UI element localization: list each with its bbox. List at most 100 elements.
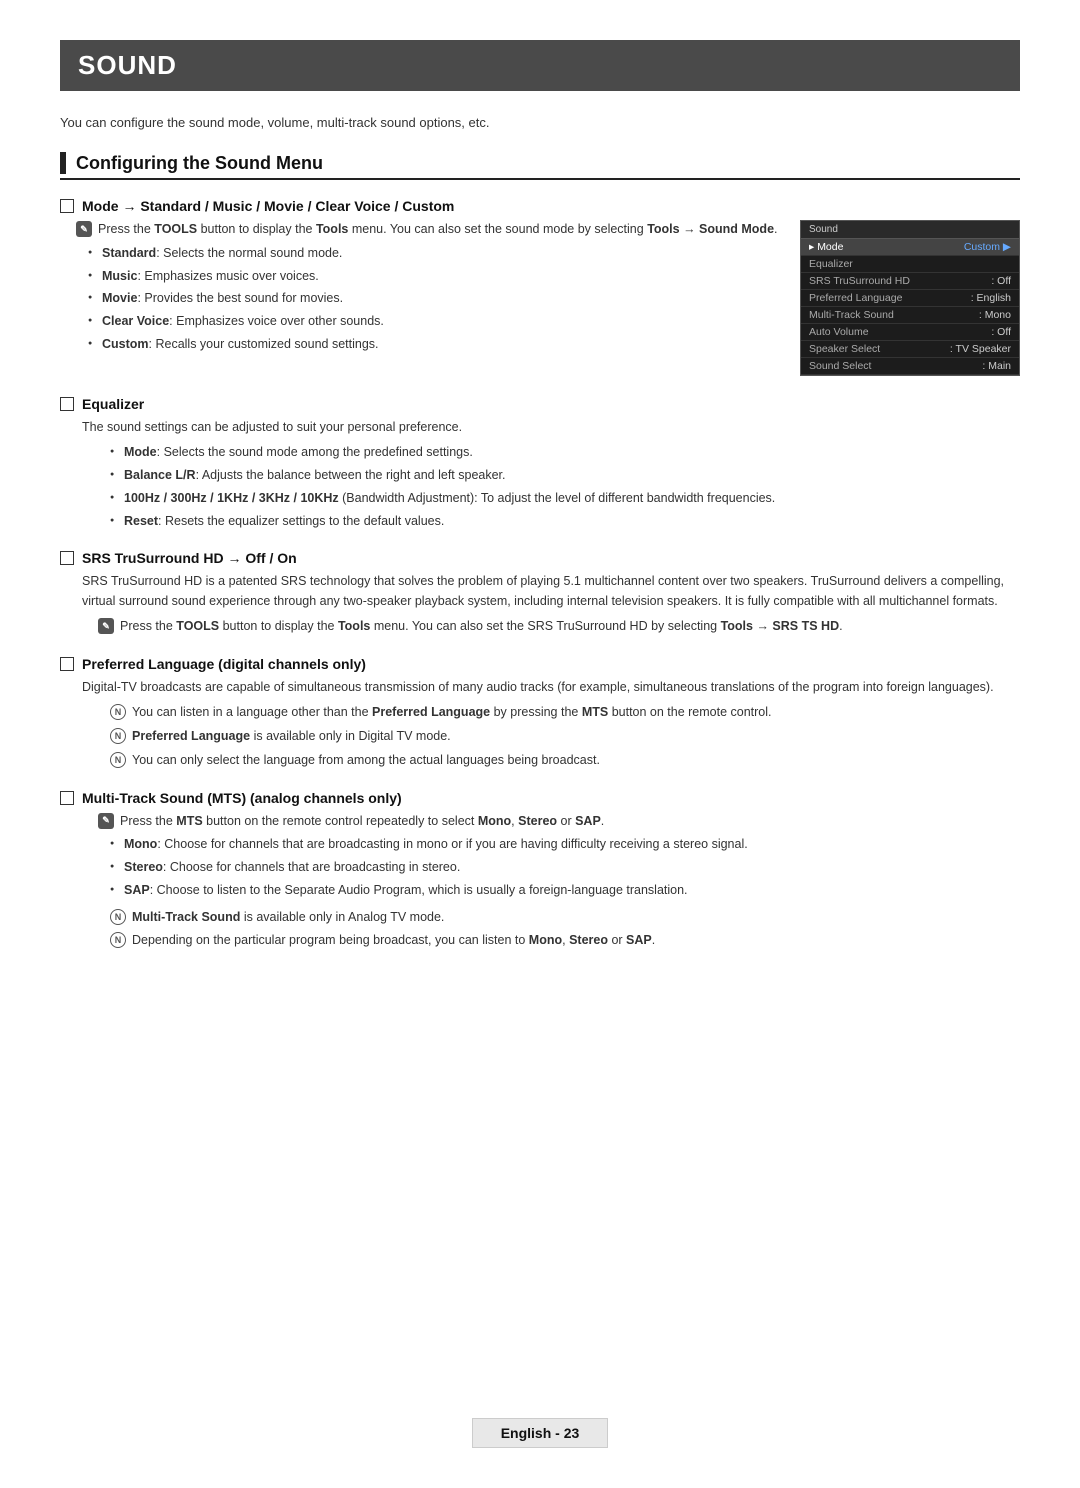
subsection-srs: SRS TruSurround HD → Off / On SRS TruSur… — [60, 550, 1020, 636]
footer-badge: English - 23 — [472, 1418, 609, 1448]
srs-body: SRS TruSurround HD is a patented SRS tec… — [60, 572, 1020, 636]
tv-menu-row-speaker: Speaker Select : TV Speaker — [801, 341, 1019, 358]
tv-row-speaker-value: : TV Speaker — [950, 343, 1011, 355]
section-title: Configuring the Sound Menu — [76, 153, 323, 174]
note-icon-mts1: N — [110, 909, 126, 925]
mts-body: ✎ Press the MTS button on the remote con… — [60, 812, 1020, 951]
mts-note1-text: Press the MTS button on the remote contr… — [120, 812, 604, 831]
tv-row-soundsel-label: Sound Select — [809, 360, 871, 372]
tv-menu-row-soundsel: Sound Select : Main — [801, 358, 1019, 375]
tv-row-speaker-label: Speaker Select — [809, 343, 880, 355]
mts-note3: N Depending on the particular program be… — [82, 931, 1020, 950]
srs-body-text: SRS TruSurround HD is a patented SRS tec… — [82, 572, 1020, 611]
tip-icon-srs: ✎ — [98, 618, 114, 634]
tv-row-eq-label: Equalizer — [809, 258, 853, 270]
tv-row-autovol-value: : Off — [991, 326, 1011, 338]
tv-menu-title-text: Sound — [809, 224, 838, 235]
mode-bullet-standard: Standard: Selects the normal sound mode. — [88, 244, 780, 263]
tv-row-mts-label: Multi-Track Sound — [809, 309, 894, 321]
mts-note2: N Multi-Track Sound is available only in… — [82, 908, 1020, 927]
mode-bullet-custom: Custom: Recalls your customized sound se… — [88, 335, 780, 354]
subsection-mts: Multi-Track Sound (MTS) (analog channels… — [60, 790, 1020, 951]
lang-note1: N You can listen in a language other tha… — [82, 703, 1020, 722]
subsection-mts-title: Multi-Track Sound (MTS) (analog channels… — [82, 790, 402, 806]
tip-icon-mts: ✎ — [98, 813, 114, 829]
tv-row-mode-value: Custom ▶ — [964, 241, 1011, 253]
eq-bullet-balance: Balance L/R: Adjusts the balance between… — [110, 466, 1020, 485]
mts-note3-text: Depending on the particular program bein… — [132, 931, 655, 950]
checkbox-icon-mts — [60, 791, 74, 805]
note-icon-lang3: N — [110, 752, 126, 768]
mode-bullet-music: Music: Emphasizes music over voices. — [88, 267, 780, 286]
mode-bullets: Standard: Selects the normal sound mode.… — [60, 244, 780, 354]
tv-menu-row-mode: ▸ Mode Custom ▶ — [801, 239, 1019, 256]
tv-row-srs-label: SRS TruSurround HD — [809, 275, 910, 287]
tv-menu-row-equalizer: Equalizer — [801, 256, 1019, 273]
lang-body: Digital-TV broadcasts are capable of sim… — [60, 678, 1020, 770]
tv-menu-row-autovol: Auto Volume : Off — [801, 324, 1019, 341]
tv-menu-screenshot: Sound ▸ Mode Custom ▶ Equalizer SRS TruS… — [800, 220, 1020, 376]
page-title-bar: SOUND — [60, 40, 1020, 91]
subsection-mode-header: Mode → Standard / Music / Movie / Clear … — [60, 198, 1020, 214]
tv-row-lang-value: : English — [971, 292, 1011, 304]
tv-menu-row-lang: Preferred Language : English — [801, 290, 1019, 307]
eq-bullet-mode: Mode: Selects the sound mode among the p… — [110, 443, 1020, 462]
tv-row-srs-value: : Off — [991, 275, 1011, 287]
tip-icon-mode: ✎ — [76, 221, 92, 237]
mode-bullet-movie: Movie: Provides the best sound for movie… — [88, 289, 780, 308]
tv-menu-row-srs: SRS TruSurround HD : Off — [801, 273, 1019, 290]
srs-note-text: Press the TOOLS button to display the To… — [120, 617, 843, 636]
subsection-eq-title: Equalizer — [82, 396, 144, 412]
section-heading-bar — [60, 152, 66, 174]
eq-body: The sound settings can be adjusted to su… — [60, 418, 1020, 530]
tv-menu-row-mts: Multi-Track Sound : Mono — [801, 307, 1019, 324]
lang-note3: N You can only select the language from … — [82, 751, 1020, 770]
mode-bullet-clearvoice: Clear Voice: Emphasizes voice over other… — [88, 312, 780, 331]
tv-row-lang-label: Preferred Language — [809, 292, 902, 304]
eq-body-text: The sound settings can be adjusted to su… — [82, 418, 1020, 437]
subsection-mode: Mode → Standard / Music / Movie / Clear … — [60, 198, 1020, 376]
mts-note1: ✎ Press the MTS button on the remote con… — [82, 812, 1020, 831]
mode-note1-text: Press the TOOLS button to display the To… — [98, 220, 778, 239]
subsection-mode-title: Mode → Standard / Music / Movie / Clear … — [82, 198, 454, 214]
subsection-srs-header: SRS TruSurround HD → Off / On — [60, 550, 1020, 566]
tv-row-mts-value: : Mono — [979, 309, 1011, 321]
tv-menu-title: Sound — [801, 221, 1019, 239]
page-footer: English - 23 — [0, 1418, 1080, 1448]
checkbox-icon-srs — [60, 551, 74, 565]
eq-bullets: Mode: Selects the sound mode among the p… — [82, 443, 1020, 530]
subsection-mts-header: Multi-Track Sound (MTS) (analog channels… — [60, 790, 1020, 806]
tv-row-autovol-label: Auto Volume — [809, 326, 869, 338]
tv-row-soundsel-value: : Main — [982, 360, 1011, 372]
subsection-language: Preferred Language (digital channels onl… — [60, 656, 1020, 770]
mts-bullet-mono: Mono: Choose for channels that are broad… — [110, 835, 1020, 854]
lang-note2-text: Preferred Language is available only in … — [132, 727, 451, 746]
srs-note1: ✎ Press the TOOLS button to display the … — [82, 617, 1020, 636]
note-icon-lang1: N — [110, 704, 126, 720]
eq-bullet-reset: Reset: Resets the equalizer settings to … — [110, 512, 1020, 531]
mts-bullet-stereo: Stereo: Choose for channels that are bro… — [110, 858, 1020, 877]
checkbox-icon-eq — [60, 397, 74, 411]
section-heading: Configuring the Sound Menu — [60, 152, 1020, 180]
mts-bullet-sap: SAP: Choose to listen to the Separate Au… — [110, 881, 1020, 900]
subsection-lang-header: Preferred Language (digital channels onl… — [60, 656, 1020, 672]
eq-bullet-bandwidth: 100Hz / 300Hz / 1KHz / 3KHz / 10KHz (Ban… — [110, 489, 1020, 508]
page-title: SOUND — [78, 50, 1002, 81]
tv-row-mode-label: ▸ Mode — [809, 241, 843, 253]
lang-note3-text: You can only select the language from am… — [132, 751, 600, 770]
subsection-eq-header: Equalizer — [60, 396, 1020, 412]
subsection-lang-title: Preferred Language (digital channels onl… — [82, 656, 366, 672]
subsection-srs-title: SRS TruSurround HD → Off / On — [82, 550, 297, 566]
subsection-equalizer: Equalizer The sound settings can be adju… — [60, 396, 1020, 530]
note-icon-lang2: N — [110, 728, 126, 744]
intro-text: You can configure the sound mode, volume… — [60, 115, 1020, 130]
mode-note1: ✎ Press the TOOLS button to display the … — [60, 220, 780, 239]
mts-note2-text: Multi-Track Sound is available only in A… — [132, 908, 444, 927]
checkbox-icon-lang — [60, 657, 74, 671]
mts-bullets: Mono: Choose for channels that are broad… — [82, 835, 1020, 899]
lang-note2: N Preferred Language is available only i… — [82, 727, 1020, 746]
mode-text-col: ✎ Press the TOOLS button to display the … — [60, 220, 780, 376]
checkbox-icon-mode — [60, 199, 74, 213]
note-icon-mts2: N — [110, 932, 126, 948]
lang-body-text: Digital-TV broadcasts are capable of sim… — [82, 678, 1020, 697]
